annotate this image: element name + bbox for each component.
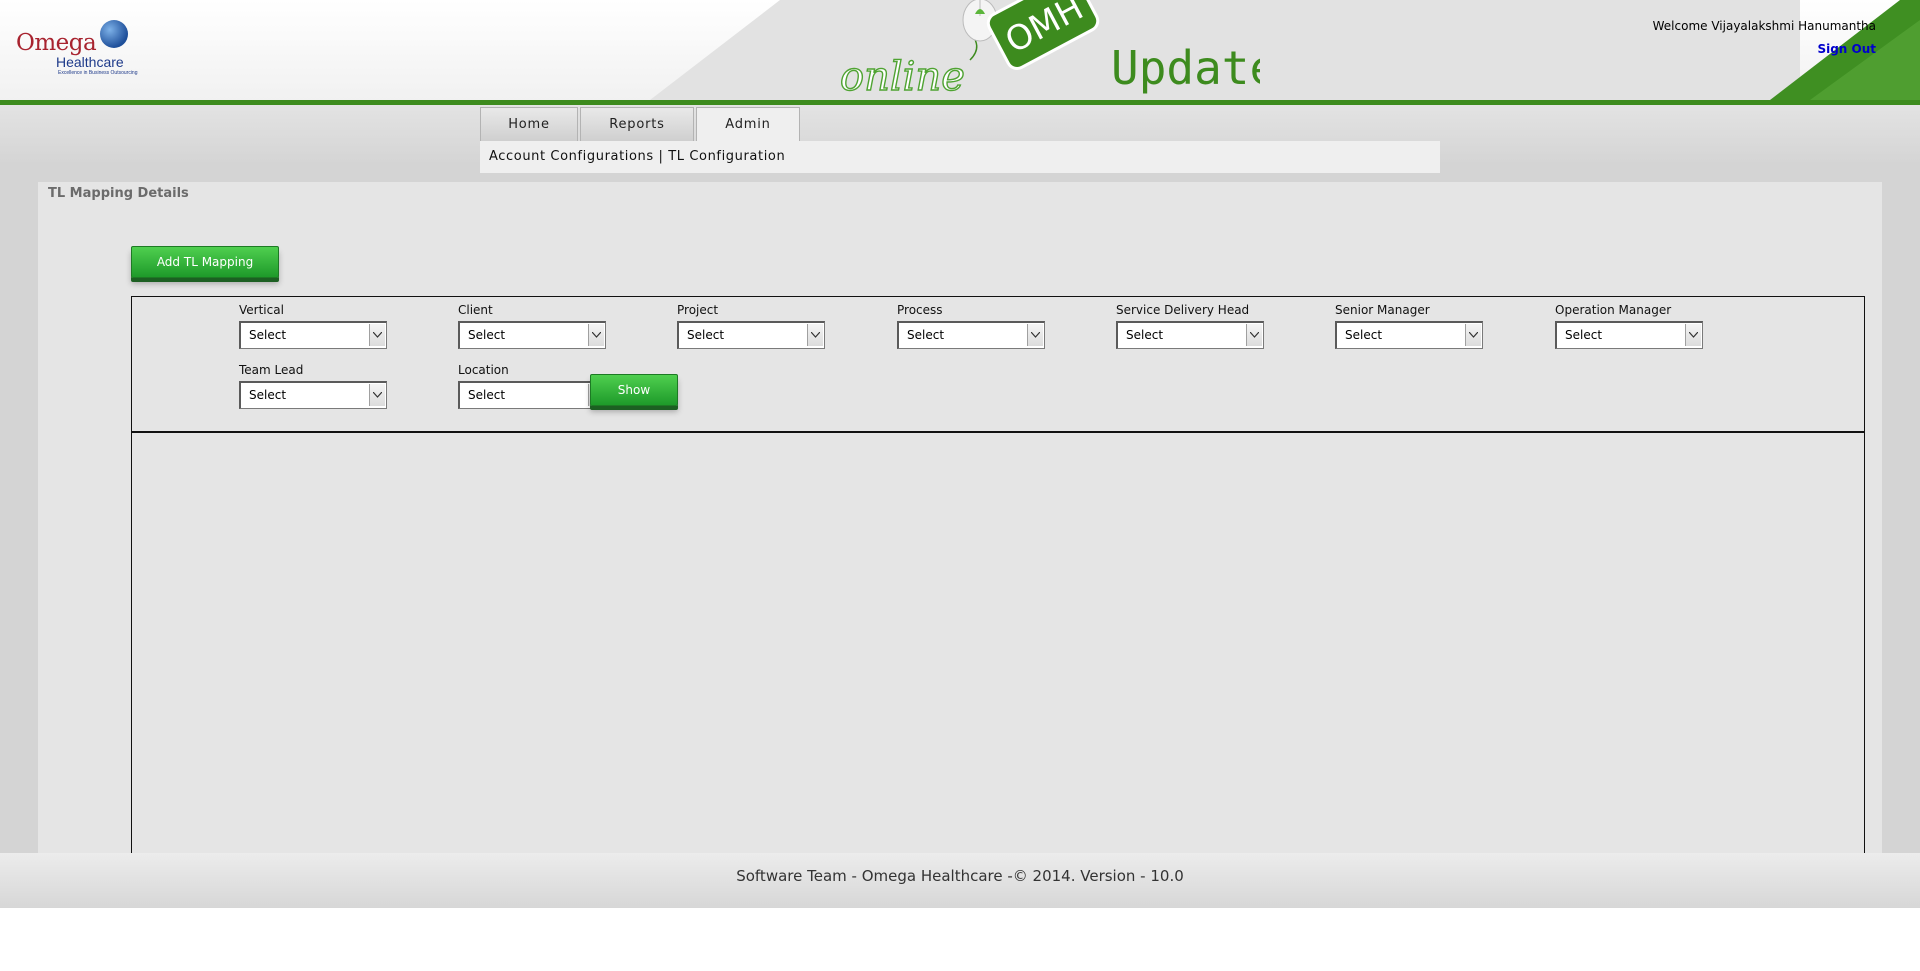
subnav-account-configurations[interactable]: Account Configurations: [489, 149, 654, 164]
filter-label: Process: [897, 303, 943, 317]
filter-label: Location: [458, 363, 509, 377]
filter-label: Vertical: [239, 303, 284, 317]
chevron-down-icon[interactable]: [1027, 324, 1043, 346]
results-grid: [131, 433, 1865, 853]
filter-process: Process Select: [897, 303, 1047, 349]
chevron-down-icon[interactable]: [1246, 324, 1262, 346]
select-value: Select: [468, 388, 506, 402]
logo-line1: Omega: [16, 30, 97, 56]
company-logo: Omega Healthcare Excellence in Business …: [16, 18, 138, 78]
tab-home[interactable]: Home: [480, 107, 578, 141]
app-title-suffix: Update: [1111, 41, 1260, 95]
app-title-prefix: online: [840, 54, 965, 100]
filter-service-delivery-head: Service Delivery Head Select: [1116, 303, 1266, 349]
chevron-down-icon[interactable]: [369, 384, 385, 406]
operation-manager-select[interactable]: Select: [1555, 321, 1703, 349]
filter-label: Service Delivery Head: [1116, 303, 1250, 317]
subnav-separator: |: [658, 149, 664, 164]
service-delivery-head-select[interactable]: Select: [1116, 321, 1264, 349]
subnav-tl-configuration[interactable]: TL Configuration: [668, 149, 785, 164]
header: Omega Healthcare Excellence in Business …: [0, 0, 1920, 108]
select-value: Select: [249, 328, 287, 342]
sign-out-link[interactable]: Sign Out: [1817, 42, 1876, 56]
select-value: Select: [687, 328, 725, 342]
chevron-down-icon[interactable]: [1685, 324, 1701, 346]
app-title-logo: online OMH Update: [840, 0, 1260, 101]
vertical-select[interactable]: Select: [239, 321, 387, 349]
filter-client: Client Select: [458, 303, 608, 349]
select-value: Select: [1345, 328, 1383, 342]
globe-icon: [100, 20, 128, 48]
senior-manager-select[interactable]: Select: [1335, 321, 1483, 349]
filter-label: Operation Manager: [1555, 303, 1672, 317]
filter-project: Project Select: [677, 303, 827, 349]
logo-line2: Healthcare: [56, 54, 124, 70]
content-panel: TL Mapping Details Add TL Mapping Vertic…: [38, 182, 1882, 853]
footer: Software Team - Omega Healthcare -© 2014…: [0, 853, 1920, 908]
filter-panel: Vertical Select Client Select Project Se…: [131, 296, 1865, 433]
chevron-down-icon[interactable]: [588, 324, 604, 346]
filter-senior-manager: Senior Manager Select: [1335, 303, 1485, 349]
page-title: TL Mapping Details: [48, 186, 189, 201]
client-select[interactable]: Select: [458, 321, 606, 349]
process-select[interactable]: Select: [897, 321, 1045, 349]
select-value: Select: [468, 328, 506, 342]
tab-admin[interactable]: Admin: [696, 107, 800, 141]
project-select[interactable]: Select: [677, 321, 825, 349]
filter-team-lead: Team Lead Select: [239, 363, 389, 409]
tab-reports[interactable]: Reports: [580, 107, 694, 141]
filter-label: Project: [677, 303, 719, 317]
show-button[interactable]: Show: [590, 374, 678, 406]
add-tl-mapping-button[interactable]: Add TL Mapping: [131, 246, 279, 278]
select-value: Select: [1565, 328, 1603, 342]
filter-location: Location Select: [458, 363, 608, 409]
main-tabs: Home Reports Admin: [480, 107, 802, 141]
filter-vertical: Vertical Select: [239, 303, 389, 349]
select-value: Select: [249, 388, 287, 402]
chevron-down-icon[interactable]: [369, 324, 385, 346]
location-select[interactable]: Select: [458, 381, 606, 409]
chevron-down-icon[interactable]: [807, 324, 823, 346]
filter-label: Team Lead: [239, 363, 304, 377]
welcome-text: Welcome Vijayalakshmi Hanumantha: [1652, 19, 1876, 33]
filter-label: Client: [458, 303, 493, 317]
filter-label: Senior Manager: [1335, 303, 1430, 317]
team-lead-select[interactable]: Select: [239, 381, 387, 409]
select-value: Select: [907, 328, 945, 342]
select-value: Select: [1126, 328, 1164, 342]
chevron-down-icon[interactable]: [1465, 324, 1481, 346]
filter-operation-manager: Operation Manager Select: [1555, 303, 1705, 349]
sub-navigation: Account Configurations | TL Configuratio…: [480, 141, 1440, 173]
logo-tagline: Excellence in Business Outsourcing: [58, 70, 138, 76]
